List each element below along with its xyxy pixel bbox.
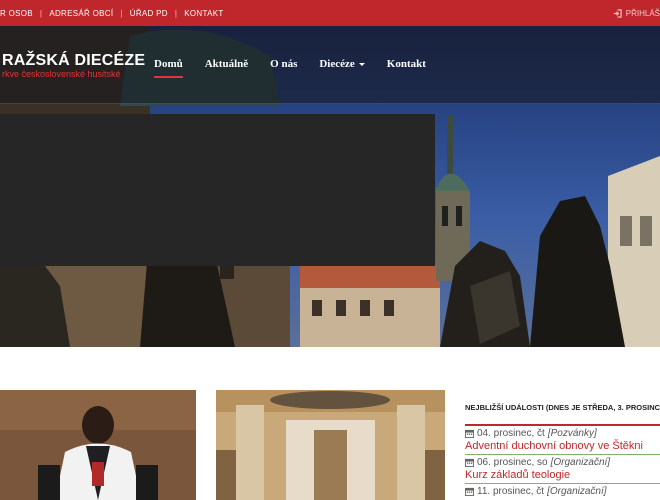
utility-link-contact[interactable]: KONTAKT: [184, 9, 223, 18]
nav-item-diocese-label: Diecéze: [319, 58, 355, 70]
event-title-link[interactable]: Adventní duchovní obnovy ve Štěkni: [465, 440, 660, 452]
utility-link-parishes[interactable]: ADRESÁŘ OBCÍ: [49, 9, 113, 18]
event-item[interactable]: 06. prosinec, so [Organizační] Kurz zákl…: [465, 455, 660, 484]
event-title-link[interactable]: Kurz základů teologie: [465, 469, 660, 481]
utility-link-office[interactable]: ÚŘAD PD: [130, 9, 168, 18]
main-navigation: Domů Aktuálně O nás Diecéze Kontakt: [154, 58, 448, 78]
sign-in-icon: [613, 8, 622, 18]
top-utility-bar: R OSOB | ADRESÁŘ OBCÍ | ÚŘAD PD | KONTAK…: [0, 0, 660, 26]
utility-links: R OSOB | ADRESÁŘ OBCÍ | ÚŘAD PD | KONTAK…: [0, 8, 224, 18]
dropdown-overlay-panel: [0, 114, 435, 266]
calendar-icon: [465, 429, 474, 438]
upcoming-events-widget: NEJBLIŽŠÍ UDÁLOSTI (DNES JE STŘEDA, 3. P…: [465, 390, 660, 499]
event-category: [Organizační]: [550, 457, 611, 468]
event-date: 04. prosinec, čt: [477, 428, 545, 439]
login-label: PŘIHLÁŠ: [625, 8, 660, 18]
caret-down-icon: [358, 62, 365, 66]
events-heading: NEJBLIŽŠÍ UDÁLOSTI (DNES JE STŘEDA, 3. P…: [465, 390, 660, 426]
nav-item-diocese[interactable]: Diecéze: [319, 58, 365, 70]
utility-link-persons[interactable]: R OSOB: [0, 9, 33, 18]
site-subtitle: rkve československé husitské: [2, 69, 121, 79]
event-date: 11. prosinec, čt: [477, 486, 545, 497]
nav-item-home[interactable]: Domů: [154, 58, 183, 78]
nav-item-contact[interactable]: Kontakt: [387, 58, 426, 70]
event-meta: 11. prosinec, čt [Organizační]: [465, 486, 660, 497]
nav-item-about[interactable]: O nás: [270, 58, 297, 70]
event-meta: 04. prosinec, čt [Pozvánky]: [465, 428, 660, 439]
calendar-icon: [465, 487, 474, 496]
event-date: 06. prosinec, so: [477, 457, 548, 468]
news-card-image-priest[interactable]: [0, 390, 196, 500]
hero-banner: RAŽSKÁ DIECÉZE rkve československé husit…: [0, 26, 660, 347]
login-link[interactable]: PŘIHLÁŠ: [613, 0, 660, 26]
calendar-icon: [465, 458, 474, 467]
event-category: [Pozvánky]: [547, 428, 597, 439]
event-meta: 06. prosinec, so [Organizační]: [465, 457, 660, 468]
news-card-image-church[interactable]: [216, 390, 445, 500]
event-category: [Organizační]: [547, 486, 607, 497]
event-item[interactable]: 11. prosinec, čt [Organizační]: [465, 484, 660, 499]
event-item[interactable]: 04. prosinec, čt [Pozvánky] Adventní duc…: [465, 426, 660, 455]
church-interior-photo: [216, 390, 445, 500]
site-title[interactable]: RAŽSKÁ DIECÉZE: [2, 52, 145, 70]
priest-photo: [0, 390, 196, 500]
nav-item-news[interactable]: Aktuálně: [205, 58, 248, 70]
